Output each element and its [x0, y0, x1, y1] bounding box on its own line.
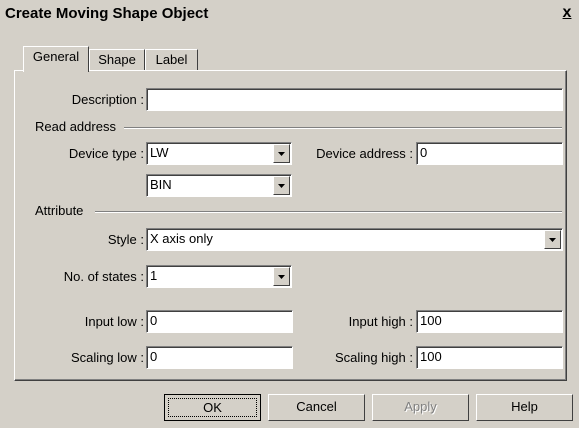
description-input[interactable] [146, 88, 563, 111]
style-select[interactable]: X axis only [146, 228, 563, 251]
format-value: BIN [150, 177, 172, 192]
input-low-input[interactable]: 0 [146, 310, 293, 333]
device-address-label: Device address : [316, 146, 413, 161]
title-bar: Create Moving Shape Object x [0, 0, 579, 28]
scaling-low-input[interactable]: 0 [146, 346, 293, 369]
device-type-dropdown-button[interactable] [273, 144, 290, 163]
tab-label-label: Label [155, 52, 188, 67]
tab-shape[interactable]: Shape [89, 49, 145, 71]
apply-button-label: Apply [404, 399, 437, 414]
states-select[interactable]: 1 [146, 265, 292, 288]
states-value: 1 [150, 268, 158, 283]
tab-general[interactable]: General [23, 46, 89, 72]
input-low-label: Input low : [84, 314, 144, 329]
states-dropdown-button[interactable] [273, 267, 290, 286]
input-high-input[interactable]: 100 [416, 310, 563, 333]
attribute-divider [95, 211, 562, 213]
format-dropdown-button[interactable] [273, 176, 290, 195]
chevron-down-icon [278, 152, 285, 156]
chevron-down-icon [549, 238, 556, 242]
window-title: Create Moving Shape Object [5, 5, 209, 22]
device-type-select[interactable]: LW [146, 142, 292, 165]
chevron-down-icon [278, 184, 285, 188]
ok-button-label: OK [203, 400, 222, 415]
attribute-group-label: Attribute [35, 203, 84, 218]
format-select[interactable]: BIN [146, 174, 292, 197]
scaling-high-label: Scaling high : [334, 350, 413, 365]
cancel-button[interactable]: Cancel [268, 394, 365, 421]
close-button[interactable]: x [557, 3, 577, 23]
states-label: No. of states : [63, 269, 144, 284]
read-address-group-label: Read address [35, 119, 116, 134]
cancel-button-label: Cancel [296, 399, 337, 414]
ok-button[interactable]: OK [164, 394, 261, 421]
device-type-value: LW [150, 145, 169, 160]
style-label: Style : [107, 232, 144, 247]
tab-general-label: General [32, 49, 80, 64]
read-address-divider [124, 127, 562, 129]
description-label: Description : [71, 92, 144, 107]
device-type-label: Device type : [68, 146, 144, 161]
help-button-label: Help [511, 399, 538, 414]
help-button[interactable]: Help [476, 394, 573, 421]
input-high-label: Input high : [348, 314, 413, 329]
tab-label[interactable]: Label [145, 49, 198, 71]
device-address-input[interactable]: 0 [416, 142, 563, 165]
general-panel [14, 70, 567, 381]
chevron-down-icon [278, 275, 285, 279]
tab-shape-label: Shape [98, 52, 136, 67]
scaling-low-label: Scaling low : [71, 350, 144, 365]
apply-button: Apply [372, 394, 469, 421]
style-value: X axis only [150, 231, 213, 246]
scaling-high-input[interactable]: 100 [416, 346, 563, 369]
style-dropdown-button[interactable] [544, 230, 561, 249]
